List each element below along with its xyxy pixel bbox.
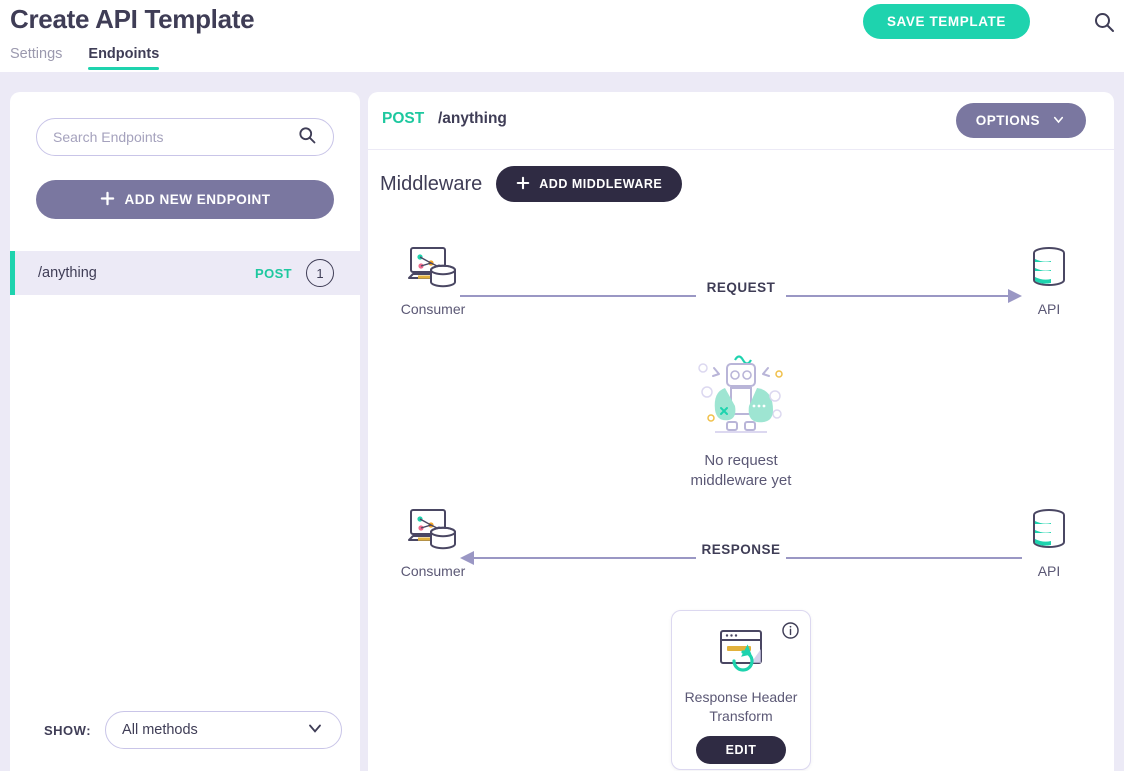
tab-bar: Settings Endpoints <box>10 46 159 70</box>
tab-endpoints[interactable]: Endpoints <box>88 46 159 70</box>
method-filter-value: All methods <box>122 722 198 738</box>
endpoint-header: POST /anything OPTIONS <box>368 92 1114 150</box>
middleware-card-response-header-transform[interactable]: Response Header Transform EDIT <box>671 610 811 770</box>
robot-illustration <box>691 355 791 444</box>
endpoint-detail-panel: POST /anything OPTIONS Middleware ADD MI… <box>368 92 1114 771</box>
show-filter: SHOW: All methods <box>44 711 343 749</box>
middleware-name-line1: Response Header <box>684 689 798 705</box>
chevron-down-icon <box>1051 112 1066 130</box>
search-icon[interactable] <box>1092 10 1116 34</box>
middleware-name-line2: Transform <box>709 707 773 724</box>
options-label: OPTIONS <box>975 113 1040 128</box>
api-node-request: API <box>994 244 1104 317</box>
method-filter-select[interactable]: All methods <box>105 711 343 749</box>
middleware-header: Middleware ADD MIDDLEWARE <box>380 166 683 202</box>
content-area: ADD NEW ENDPOINT /anything POST 1 SHOW: … <box>0 72 1124 771</box>
browser-refresh-icon <box>713 630 769 683</box>
api-database-icon <box>1024 509 1074 558</box>
top-header: Create API Template Settings Endpoints S… <box>0 0 1124 72</box>
tab-settings[interactable]: Settings <box>10 46 62 70</box>
endpoint-method: POST <box>255 265 292 281</box>
middleware-card-name: Response Header Transform <box>672 688 810 726</box>
api-database-icon <box>1024 247 1074 296</box>
add-middleware-label: ADD MIDDLEWARE <box>539 177 663 191</box>
empty-state-line1: No request <box>704 452 778 469</box>
options-button[interactable]: OPTIONS <box>955 103 1086 138</box>
add-middleware-button[interactable]: ADD MIDDLEWARE <box>496 166 683 202</box>
search-endpoints-field[interactable] <box>36 118 334 156</box>
add-new-endpoint-button[interactable]: ADD NEW ENDPOINT <box>36 180 334 219</box>
add-new-endpoint-label: ADD NEW ENDPOINT <box>124 192 271 207</box>
endpoint-path: /anything <box>38 265 97 281</box>
api-node-response: API <box>994 506 1104 579</box>
plus-icon <box>516 176 530 193</box>
response-flow-row: Consumer RESPONSE API <box>368 506 1114 592</box>
info-icon[interactable] <box>781 621 800 645</box>
endpoint-path-label: /anything <box>438 110 507 127</box>
endpoint-count-badge: 1 <box>306 259 334 287</box>
endpoint-method-label: POST <box>382 110 425 127</box>
search-input[interactable] <box>53 129 297 145</box>
search-icon[interactable] <box>297 125 317 150</box>
endpoints-sidebar: ADD NEW ENDPOINT /anything POST 1 SHOW: … <box>10 92 360 771</box>
empty-middleware-state: No request middleware yet <box>368 348 1114 490</box>
chevron-down-icon <box>305 718 325 742</box>
request-flow-row: Consumer REQUEST API <box>368 244 1114 330</box>
api-label: API <box>1037 563 1061 579</box>
api-label: API <box>1037 301 1061 317</box>
empty-state-text: No request middleware yet <box>368 451 1114 490</box>
empty-state-line2: middleware yet <box>690 471 792 489</box>
edit-middleware-button[interactable]: EDIT <box>696 735 786 764</box>
sidebar-item-anything[interactable]: /anything POST 1 <box>10 251 360 295</box>
page-title: Create API Template <box>10 4 255 34</box>
save-template-button[interactable]: SAVE TEMPLATE <box>862 4 1030 39</box>
middleware-title: Middleware <box>380 172 483 195</box>
show-label: SHOW: <box>44 722 92 738</box>
plus-icon <box>100 191 115 209</box>
